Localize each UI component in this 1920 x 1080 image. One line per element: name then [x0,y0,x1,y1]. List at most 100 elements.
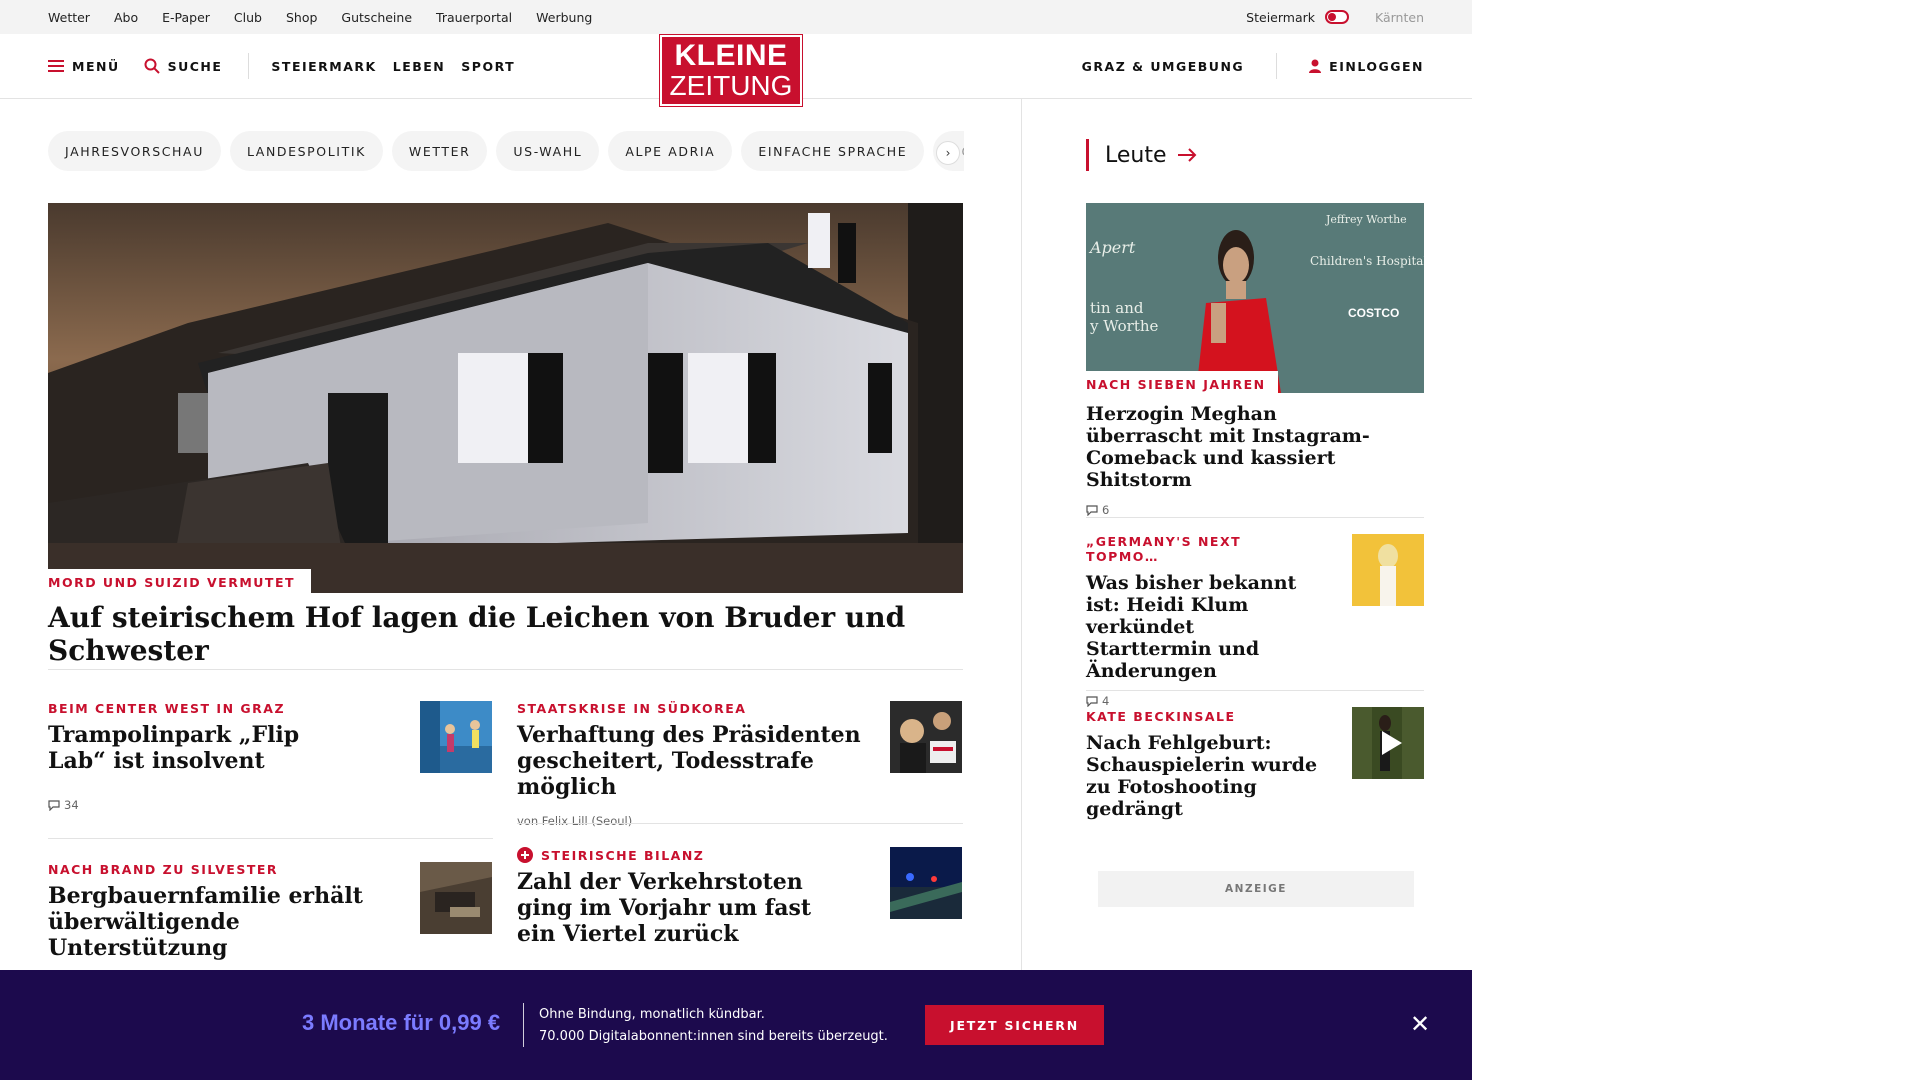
side-title[interactable]: Was bisher bekannt ist: Heidi Klum verkü… [1086,572,1316,682]
logo-line2: ZEITUNG [669,69,793,101]
site-logo[interactable]: KLEINE ZEITUNG [659,34,803,107]
chip-wetter[interactable]: WETTER [391,131,488,171]
subscription-banner: 3 Monate für 0,99 € Ohne Bindung, monatl… [0,970,1472,1080]
comment-icon [1086,695,1098,707]
offer-text: Ohne Bindung, monatlich kündbar. 70.000 … [539,1004,888,1048]
teaser-bergbauernfamilie[interactable]: NACH BRAND ZU SILVESTER Bergbauernfamili… [48,862,388,961]
util-link-epaper[interactable]: E-Paper [162,10,210,25]
nav-steiermark[interactable]: STEIERMARK [271,59,376,74]
topic-chips: JAHRESVORSCHAU LANDESPOLITIK WETTER US-W… [48,131,964,171]
comment-count[interactable]: 34 [48,798,348,812]
comment-count-value: 4 [1102,694,1110,708]
side-kicker: „GERMANY'S NEXT TOPMO… [1086,534,1242,564]
side-kicker: NACH SIEBEN JAHREN [1086,377,1266,392]
trampoline-photo [420,701,492,773]
teaser-thumbnail[interactable] [890,701,962,773]
leute-heading-label: Leute [1105,142,1167,168]
meghan-image[interactable]: Apert tin and y Worthe Children's Hospit… [1086,203,1424,393]
comment-icon [1086,504,1098,516]
teaser-title[interactable]: Verhaftung des Präsidenten gescheitert, … [517,722,872,800]
side-item-heidi-klum[interactable]: „GERMANY'S NEXT TOPMO… Was bisher bekann… [1086,534,1316,708]
search-icon [144,58,160,74]
chip-alpe-adria[interactable]: ALPE ADRIA [608,131,733,171]
arrow-right-icon [1177,148,1196,162]
teaser-title[interactable]: Trampolinpark „Flip Lab“ ist insolvent [48,722,348,774]
svg-text:Children's Hospital: Children's Hospital [1310,254,1424,268]
close-icon[interactable]: ✕ [1408,1012,1432,1036]
divider [48,838,493,839]
header-right: GRAZ & UMGEBUNG EINLOGGEN [1082,34,1424,98]
teaser-kicker: NACH BRAND ZU SILVESTER [48,862,279,877]
comment-count[interactable]: 6 [1086,503,1386,517]
comment-count-value: 6 [1102,503,1110,517]
chip-einfache-sprache[interactable]: EINFACHE SPRACHE [741,131,925,171]
divider [517,823,963,824]
chip-jahresvorschau[interactable]: JAHRESVORSCHAU [48,131,221,171]
util-link-werbung[interactable]: Werbung [536,10,592,25]
site-header: MENÜ SUCHE STEIERMARK LEBEN SPORT KLEINE… [0,34,1472,107]
offer-line1: Ohne Bindung, monatlich kündbar. [539,1007,765,1022]
teaser-author: von Felix Lill (Seoul) [517,814,633,828]
hero-image[interactable] [48,203,963,593]
svg-text:Apert: Apert [1088,238,1136,257]
local-region-link[interactable]: GRAZ & UMGEBUNG [1082,59,1245,74]
teaser-kicker: STEIRISCHE BILANZ [541,847,705,863]
banner-divider [523,1003,524,1047]
util-link-gutscheine[interactable]: Gutscheine [341,10,412,25]
hero-headline[interactable]: Auf steirischem Hof lagen die Leichen vo… [48,601,963,667]
menu-button[interactable]: MENÜ [48,59,120,74]
utility-links: Wetter Abo E-Paper Club Shop Gutscheine … [48,0,592,34]
plus-badge-icon [517,847,533,863]
side-item-meghan[interactable]: Herzogin Meghan überrascht mit Instagram… [1086,403,1386,517]
teaser-verkehrstote[interactable]: STEIRISCHE BILANZ Zahl der Verkehrstoten… [517,847,857,947]
comment-count-value: 34 [64,798,79,812]
header-left: MENÜ SUCHE STEIERMARK LEBEN SPORT [48,34,515,98]
blank-area [1472,0,1920,1080]
chip-landespolitik[interactable]: LANDESPOLITIK [229,131,383,171]
teaser-trampolinpark[interactable]: BEIM CENTER WEST IN GRAZ Trampolinpark „… [48,701,348,812]
comment-count[interactable]: 4 [1086,694,1316,708]
utility-bar: Wetter Abo E-Paper Club Shop Gutscheine … [0,0,1472,34]
logo-line1: KLEINE [674,38,788,72]
region-inactive[interactable]: Kärnten [1375,10,1424,25]
header-divider [248,53,250,79]
login-button[interactable]: EINLOGGEN [1309,59,1424,74]
util-link-wetter[interactable]: Wetter [48,10,90,25]
util-link-abo[interactable]: Abo [114,10,138,25]
chip-us-wahl[interactable]: US-WAHL [496,131,600,171]
side-video-thumbnail[interactable] [1352,707,1424,779]
red-carpet-photo: Apert tin and y Worthe Children's Hospit… [1086,203,1424,393]
teaser-suedkorea[interactable]: STAATSKRISE IN SÜDKOREA Verhaftung des P… [517,701,872,828]
side-title[interactable]: Nach Fehlgeburt: Schauspielerin wurde zu… [1086,732,1326,820]
teaser-thumbnail[interactable] [890,847,962,919]
header-divider-right [1276,53,1278,79]
protest-photo [890,701,962,773]
teaser-thumbnail[interactable] [420,701,492,773]
chevron-right-icon[interactable]: › [936,141,960,165]
teaser-kicker: BEIM CENTER WEST IN GRAZ [48,701,286,716]
util-link-shop[interactable]: Shop [286,10,317,25]
side-title[interactable]: Herzogin Meghan überrascht mit Instagram… [1086,403,1386,491]
nav-leben[interactable]: LEBEN [393,59,446,74]
search-button[interactable]: SUCHE [144,58,223,74]
search-label: SUCHE [167,58,223,74]
util-link-trauerportal[interactable]: Trauerportal [436,10,512,25]
teaser-title[interactable]: Bergbauernfamilie erhält überwältigende … [48,883,388,961]
nav-sport[interactable]: SPORT [461,59,515,74]
ad-label: ANZEIGE [1098,871,1414,907]
side-item-beckinsale[interactable]: KATE BECKINSALE Nach Fehlgeburt: Schausp… [1086,709,1326,820]
leute-heading[interactable]: Leute [1086,139,1197,171]
subscribe-button[interactable]: JETZT SICHERN [925,1005,1104,1045]
road-night-photo [890,847,962,919]
svg-text:y Worthe: y Worthe [1089,317,1159,335]
region-toggle[interactable] [1325,10,1349,24]
teaser-title[interactable]: Zahl der Verkehrstoten ging im Vorjahr u… [517,869,857,947]
section-nav: STEIERMARK LEBEN SPORT [271,59,515,74]
divider [1086,690,1424,691]
util-link-club[interactable]: Club [234,10,262,25]
heidi-klum-photo [1352,534,1424,606]
region-active[interactable]: Steiermark [1246,10,1315,25]
teaser-thumbnail[interactable] [420,862,492,934]
beckinsale-photo [1352,707,1424,779]
side-thumbnail[interactable] [1352,534,1424,606]
